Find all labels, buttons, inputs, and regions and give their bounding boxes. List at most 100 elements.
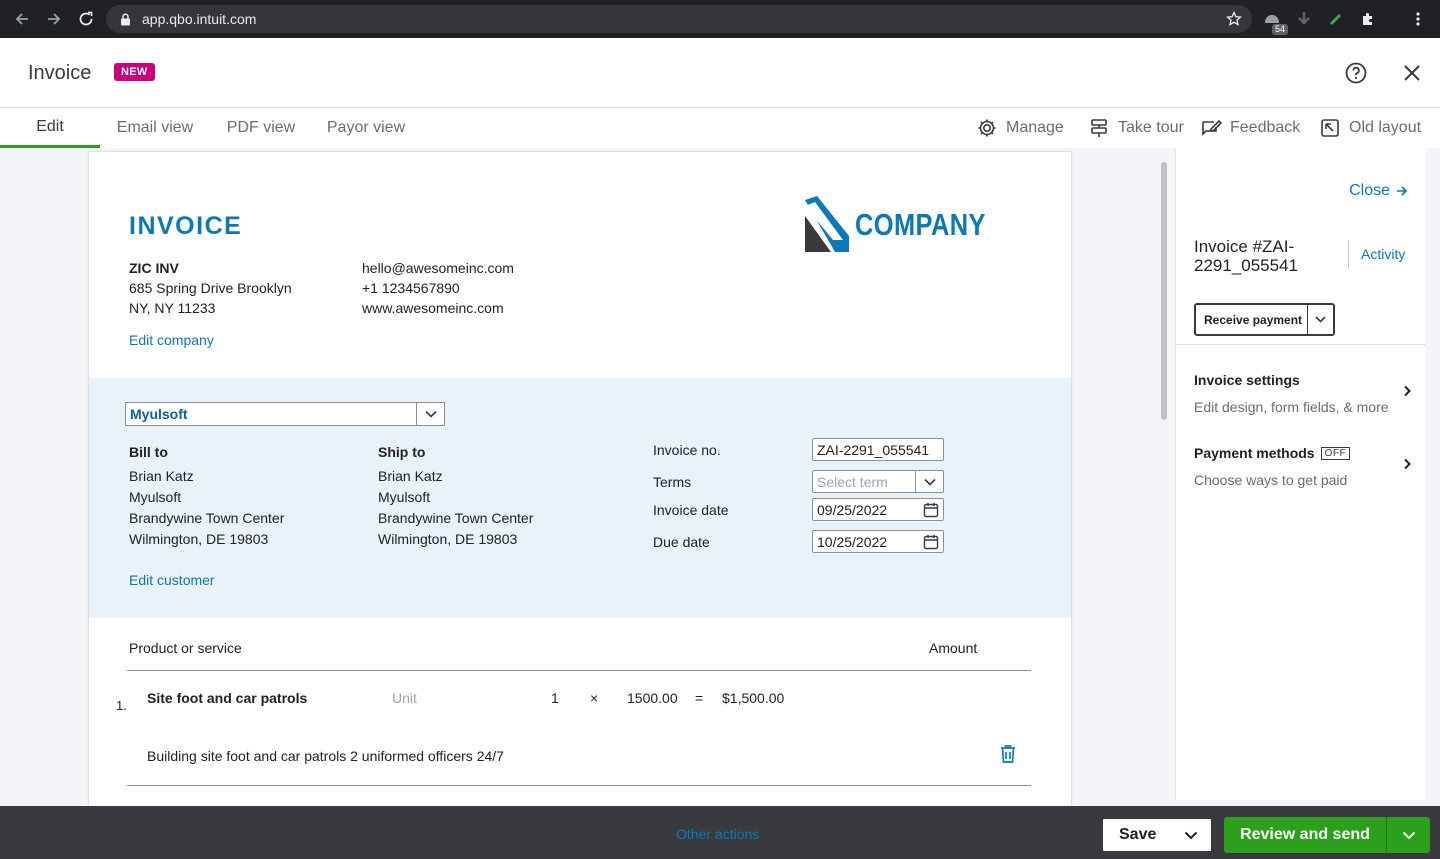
line-product-name[interactable]: Site foot and car patrols <box>147 690 307 706</box>
tab-email-view[interactable]: Email view <box>104 108 206 148</box>
puzzle-extensions-icon[interactable] <box>1358 9 1378 29</box>
invoice-no-input[interactable]: ZAI-2291_055541 <box>812 438 944 461</box>
browser-menu-icon[interactable] <box>1408 9 1428 29</box>
bill-to-line: Myulsoft <box>129 489 182 505</box>
take-tour-button[interactable]: Take tour <box>1088 108 1184 148</box>
customer-dropdown[interactable]: Myulsoft <box>125 402 445 426</box>
tab-pdf-view[interactable]: PDF view <box>214 108 308 148</box>
new-badge: NEW <box>114 63 155 81</box>
scrollbar-thumb[interactable] <box>1161 162 1167 420</box>
customer-value: Myulsoft <box>130 406 188 422</box>
side-panel: Close Invoice #ZAI-2291_055541 Activity … <box>1175 148 1426 800</box>
payment-methods-title[interactable]: Payment methods OFF <box>1194 445 1351 461</box>
chevron-down-icon[interactable] <box>1386 817 1430 853</box>
old-layout-label: Old layout <box>1349 119 1422 136</box>
company-address-line-1: 685 Spring Drive Brooklyn <box>129 280 292 296</box>
logo-mark-icon <box>805 196 849 252</box>
tab-edit[interactable]: Edit <box>0 108 100 148</box>
invoice-no-label: Invoice no. <box>653 442 721 458</box>
company-phone: +1 1234567890 <box>362 280 460 296</box>
line-rate[interactable]: 1500.00 <box>627 690 678 706</box>
receive-payment-button[interactable]: Receive payment <box>1194 303 1335 336</box>
calendar-icon[interactable] <box>919 499 943 520</box>
trash-icon[interactable] <box>999 744 1017 764</box>
ship-to-line: Brian Katz <box>378 468 443 484</box>
due-date-label: Due date <box>653 534 710 550</box>
pen-extension-icon[interactable] <box>1326 9 1346 29</box>
feedback-button[interactable]: Feedback <box>1200 108 1300 148</box>
header-divider <box>127 670 1031 671</box>
invoice-settings-subtitle: Edit design, form fields, & more <box>1194 399 1389 415</box>
company-website: www.awesomeinc.com <box>362 300 504 316</box>
bill-to-heading: Bill to <box>129 444 168 460</box>
due-date-input[interactable]: 10/25/2022 <box>812 530 944 553</box>
invoice-settings-title[interactable]: Invoice settings <box>1194 372 1300 388</box>
activity-link[interactable]: Activity <box>1361 246 1405 262</box>
customer-section: Myulsoft Bill to Brian Katz Myulsoft Bra… <box>89 378 1071 618</box>
tab-payor-view[interactable]: Payor view <box>316 108 416 148</box>
feedback-icon <box>1202 119 1222 136</box>
download-icon[interactable] <box>1294 9 1314 29</box>
manage-button[interactable]: Manage <box>976 108 1064 148</box>
calendar-icon[interactable] <box>919 531 943 552</box>
invoice-date-input[interactable]: 09/25/2022 <box>812 498 944 521</box>
divider <box>1348 240 1349 268</box>
panel-close-label: Close <box>1349 182 1390 199</box>
company-email: hello@awesomeinc.com <box>362 260 514 276</box>
panel-invoice-number: Invoice #ZAI-2291_055541 <box>1194 237 1299 275</box>
help-icon[interactable] <box>1344 61 1368 85</box>
save-button[interactable]: Save <box>1101 817 1213 853</box>
back-icon[interactable] <box>6 0 38 38</box>
ship-to-line: Brandywine Town Center <box>378 510 534 526</box>
old-layout-button[interactable]: Old layout <box>1319 108 1421 148</box>
bill-to-line: Brian Katz <box>129 468 194 484</box>
chevron-down-icon <box>416 403 444 425</box>
ship-to-heading: Ship to <box>378 444 426 460</box>
invoice-no-value: ZAI-2291_055541 <box>817 441 930 458</box>
other-actions-link[interactable]: Other actions <box>676 826 759 842</box>
scrollbar[interactable] <box>1158 152 1170 802</box>
chevron-down-icon[interactable] <box>1171 819 1211 851</box>
terms-placeholder: Select term <box>817 473 888 490</box>
panel-close-button[interactable]: Close <box>1349 182 1408 200</box>
close-icon[interactable] <box>1400 61 1424 85</box>
feedback-label: Feedback <box>1230 119 1301 136</box>
bill-to-line: Wilmington, DE 19803 <box>129 531 269 547</box>
invoice-date-value: 09/25/2022 <box>817 501 888 518</box>
ship-to-line: Myulsoft <box>378 489 431 505</box>
terms-label: Terms <box>653 474 692 490</box>
review-and-send-label: Review and send <box>1240 826 1370 843</box>
chevron-right-icon[interactable] <box>1402 385 1412 397</box>
ship-to-line: Wilmington, DE 19803 <box>378 531 518 547</box>
chevron-down-icon <box>915 471 943 492</box>
company-logo[interactable]: COMPANY <box>803 196 1015 254</box>
reload-icon[interactable] <box>70 0 102 38</box>
review-and-send-button[interactable]: Review and send <box>1224 817 1430 853</box>
gear-icon <box>978 119 996 137</box>
line-quantity[interactable]: 1 <box>551 690 559 706</box>
view-tabs: Edit Email view PDF view Payor view Mana… <box>0 108 1440 148</box>
edit-company-link[interactable]: Edit company <box>129 332 214 348</box>
lock-icon <box>120 13 134 26</box>
panel-divider <box>1176 344 1426 345</box>
forward-icon[interactable] <box>38 0 70 38</box>
payment-methods-subtitle: Choose ways to get paid <box>1194 472 1348 488</box>
edit-customer-link[interactable]: Edit customer <box>129 572 215 588</box>
invoice-date-label: Invoice date <box>653 502 729 518</box>
bookmark-star-icon[interactable] <box>1225 10 1243 32</box>
line-amount: $1,500.00 <box>722 690 785 706</box>
address-bar[interactable]: app.qbo.intuit.com <box>106 5 1252 33</box>
browser-toolbar: app.qbo.intuit.com 54 <box>0 0 1440 38</box>
line-description[interactable]: Building site foot and car patrols 2 uni… <box>147 748 504 764</box>
line-number: 1. <box>116 698 127 713</box>
terms-dropdown[interactable]: Select term <box>812 470 944 493</box>
invoice-settings-label: Invoice settings <box>1194 372 1300 388</box>
line-unit-field[interactable]: Unit <box>392 690 417 706</box>
product-column-header: Product or service <box>129 640 242 656</box>
chevron-down-icon[interactable] <box>1307 305 1333 334</box>
extension-badge: 54 <box>1271 24 1288 35</box>
payment-methods-label: Payment methods <box>1194 445 1315 461</box>
chevron-right-icon[interactable] <box>1402 458 1412 470</box>
extension-icon[interactable]: 54 <box>1262 9 1288 35</box>
off-badge: OFF <box>1320 446 1351 460</box>
